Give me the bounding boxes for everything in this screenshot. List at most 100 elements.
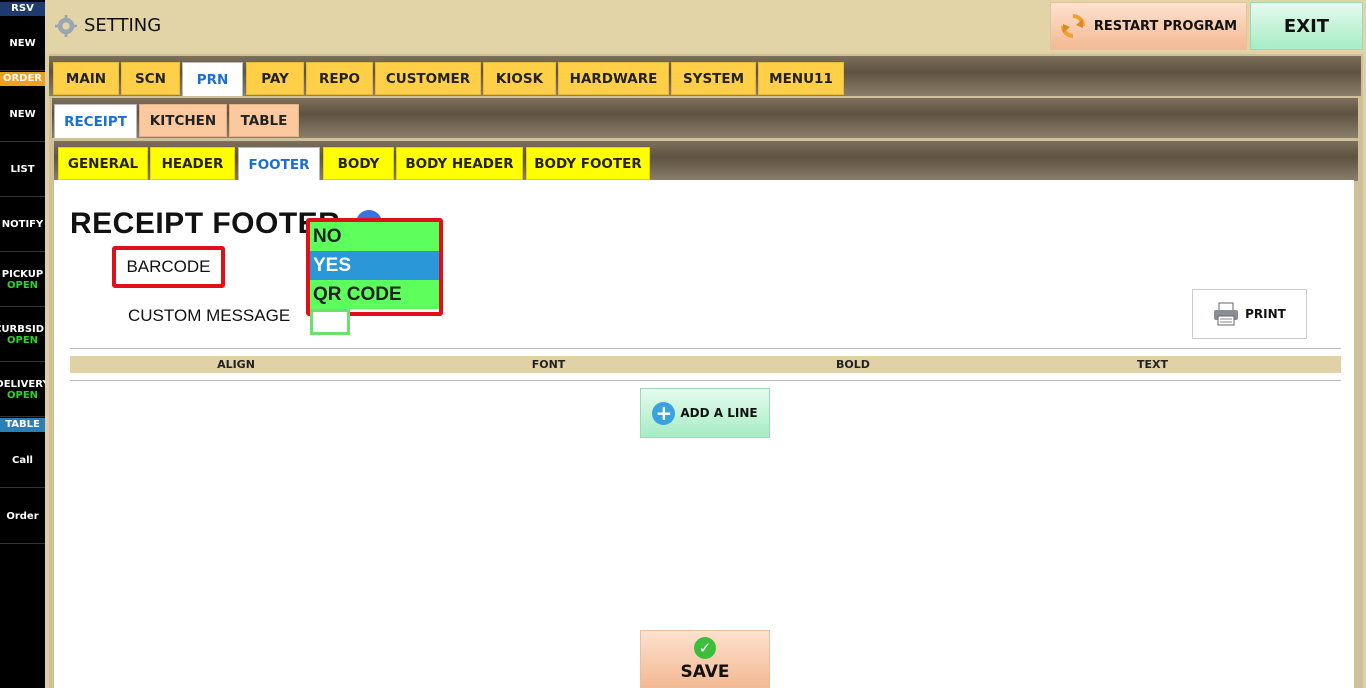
add-line-label: ADD A LINE [680,406,758,420]
tab-body-label: BODY [337,155,380,172]
rsv-new-label: NEW [9,38,36,49]
page-title: SETTING [84,15,162,36]
tab-repo[interactable]: REPO [306,62,373,95]
tab-receipt-label: RECEIPT [64,113,127,130]
line-table-header: ALIGN FONT BOLD TEXT [70,356,1341,373]
tab-repo-label: REPO [319,70,360,87]
column-align: ALIGN [217,358,255,371]
barcode-option-qr-code[interactable]: QR CODE [310,280,439,309]
tab-menu11[interactable]: MENU11 [758,62,844,95]
gear-icon [55,15,77,37]
tab-menu11-label: MENU11 [769,70,833,87]
tab-main[interactable]: MAIN [53,62,119,95]
column-font: FONT [531,358,566,371]
main-tab-row: MAIN SCN PRN PAY REPO CUSTOMER KIOSK HAR… [49,56,1361,96]
barcode-dropdown[interactable]: NO YES QR CODE [306,218,443,316]
tab-kiosk[interactable]: KIOSK [483,62,556,95]
tab-pay[interactable]: PAY [246,62,304,95]
tab-hardware-label: HARDWARE [569,70,658,87]
tab-system-label: SYSTEM [682,70,745,87]
tab-general[interactable]: GENERAL [58,147,148,180]
custom-message-checkbox[interactable] [310,309,350,335]
add-line-button[interactable]: + ADD A LINE [640,388,770,438]
tab-body-header[interactable]: BODY HEADER [396,147,523,180]
pickup-status: OPEN [6,279,39,291]
tab-customer[interactable]: CUSTOMER [375,62,481,95]
tab-body[interactable]: BODY [323,147,394,180]
tab-kiosk-label: KIOSK [495,70,544,87]
tab-footer-label: FOOTER [248,156,310,173]
tab-scn[interactable]: SCN [121,62,180,95]
top-bar: SETTING RESTART PROGRAM EXIT [45,0,1366,52]
tab-hardware[interactable]: HARDWARE [558,62,669,95]
pickup-label: PICKUP [1,268,44,280]
tab-prn[interactable]: PRN [182,62,243,96]
tab-receipt[interactable]: RECEIPT [54,104,137,138]
curbside-label: CURBSIDE [0,323,45,335]
tab-customer-label: CUSTOMER [385,70,471,87]
barcode-label-highlight: BARCODE [112,246,225,288]
tab-scn-label: SCN [135,70,166,87]
tab-body-header-label: BODY HEADER [405,155,514,172]
exit-label: EXIT [1283,15,1330,37]
order-header: ORDER [0,72,45,86]
tab-footer[interactable]: FOOTER [238,147,320,181]
tab-table-label: TABLE [240,112,288,129]
main-area: SETTING RESTART PROGRAM EXIT MAIN SCN PR… [45,0,1366,688]
exit-button[interactable]: EXIT [1250,2,1363,50]
barcode-option-yes[interactable]: YES [310,251,439,280]
save-label: SAVE [680,661,730,682]
left-sidebar: RSV NEW ORDER NEW LIST NOTIFY PICKUP OPE… [0,0,45,688]
delivery-status: OPEN [6,389,39,401]
receipt-tab-row: GENERAL HEADER FOOTER BODY BODY HEADER B… [54,141,1358,181]
pickup-button[interactable]: PICKUP OPEN [0,253,45,307]
tab-system[interactable]: SYSTEM [671,62,756,95]
delivery-label: DELIVERY [0,378,45,390]
save-button[interactable]: ✓ SAVE [640,630,770,688]
order-new-label: NEW [9,108,36,120]
custom-message-label: CUSTOM MESSAGE [128,306,291,325]
checkmark-icon: ✓ [694,636,716,659]
print-button[interactable]: PRINT [1192,289,1307,339]
tab-body-footer-label: BODY FOOTER [534,155,642,172]
rsv-new-button[interactable]: NEW [0,17,45,71]
tab-header[interactable]: HEADER [150,147,235,180]
tab-general-label: GENERAL [67,155,139,172]
barcode-option-no[interactable]: NO [310,222,439,251]
column-bold: BOLD [836,358,870,371]
tab-header-label: HEADER [161,155,224,172]
curbside-button[interactable]: CURBSIDE OPEN [0,308,45,362]
restart-program-button[interactable]: RESTART PROGRAM [1050,2,1247,50]
section-heading: RECEIPT FOOTER [70,207,341,240]
notify-label: NOTIFY [1,219,44,230]
barcode-label: BARCODE [126,257,211,276]
print-label: PRINT [1245,307,1286,321]
rsv-header: RSV [0,2,45,16]
notify-button[interactable]: NOTIFY [0,198,45,252]
tab-kitchen-label: KITCHEN [149,112,217,129]
order-new-button[interactable]: NEW [0,87,45,142]
tab-pay-label: PAY [261,70,289,87]
prn-tab-row: RECEIPT KITCHEN TABLE [52,98,1358,138]
tab-prn-label: PRN [196,71,229,88]
receipt-footer-content: RECEIPT FOOTER BARCODE NO YES QR CODE CU… [54,180,1354,688]
divider-top [70,348,1341,349]
plus-icon: + [652,401,676,425]
call-button[interactable]: Call [0,433,45,488]
divider-bottom [70,380,1341,381]
curbside-status: OPEN [6,334,39,346]
tab-table[interactable]: TABLE [229,104,299,137]
table-order-button[interactable]: Order [0,489,45,544]
tab-body-footer[interactable]: BODY FOOTER [526,147,650,180]
printer-icon [1214,302,1239,326]
column-text: TEXT [1136,358,1168,371]
list-button[interactable]: LIST [0,143,45,197]
list-label: LIST [10,164,35,175]
refresh-icon [1060,14,1085,38]
tab-kitchen[interactable]: KITCHEN [139,104,227,137]
delivery-button[interactable]: DELIVERY OPEN [0,363,45,417]
tab-main-label: MAIN [65,70,107,87]
restart-program-label: RESTART PROGRAM [1093,18,1238,34]
call-label: Call [12,454,33,466]
table-header: TABLE [0,418,45,432]
